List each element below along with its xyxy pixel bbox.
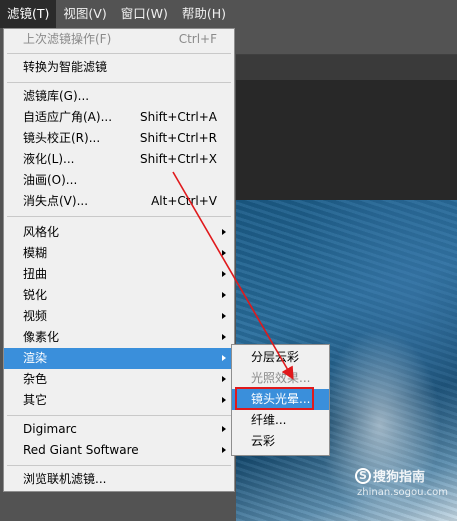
menu-item-distort[interactable]: 扭曲 [4, 264, 234, 285]
menu-item-other[interactable]: 其它 [4, 390, 234, 411]
menu-item-label: 消失点(V)... [23, 194, 89, 208]
menu-item-label: 上次滤镜操作(F) [23, 32, 112, 46]
submenu-item-clouds[interactable]: 云彩 [232, 431, 329, 452]
menu-item-label: 风格化 [23, 225, 60, 239]
submenu-arrow-icon [222, 250, 226, 256]
submenu-arrow-icon [222, 397, 226, 403]
menu-item-last-filter: 上次滤镜操作(F) Ctrl+F [4, 29, 234, 50]
menu-item-render[interactable]: 渲染 [4, 348, 234, 369]
shortcut-label: Alt+Ctrl+V [151, 194, 217, 208]
menu-item-oil-paint[interactable]: 油画(O)... [4, 170, 234, 191]
ruler-area [236, 80, 457, 92]
shortcut-label: Shift+Ctrl+X [140, 152, 217, 166]
submenu-arrow-icon [222, 447, 226, 453]
menu-item-label: 杂色 [23, 372, 48, 386]
menu-item-digimarc[interactable]: Digimarc [4, 419, 234, 440]
watermark: S 搜狗指南 zhinan.sogou.com [355, 466, 448, 498]
menu-item-label: 扭曲 [23, 267, 48, 281]
menu-item-label: 镜头校正(R)... [23, 131, 101, 145]
filter-menu: 上次滤镜操作(F) Ctrl+F 转换为智能滤镜 滤镜库(G)... 自适应广角… [3, 28, 235, 492]
menu-item-label: 云彩 [251, 434, 276, 448]
menu-item-filter-gallery[interactable]: 滤镜库(G)... [4, 86, 234, 107]
menu-separator [7, 216, 231, 217]
menu-separator [7, 53, 231, 54]
menu-item-sharpen[interactable]: 锐化 [4, 285, 234, 306]
shortcut-label: Shift+Ctrl+R [139, 131, 217, 145]
submenu-item-difference-clouds[interactable]: 分层云彩 [232, 347, 329, 368]
submenu-item-fibers[interactable]: 纤维... [232, 410, 329, 431]
shortcut-label: Ctrl+F [178, 32, 217, 46]
menu-separator [7, 82, 231, 83]
menu-item-label: 模糊 [23, 246, 48, 260]
menu-item-vanishing-point[interactable]: 消失点(V)... Alt+Ctrl+V [4, 191, 234, 212]
menu-separator [7, 415, 231, 416]
menu-item-label: 光照效果... [251, 371, 311, 385]
submenu-arrow-icon [222, 355, 226, 361]
menu-item-convert-smart-filter[interactable]: 转换为智能滤镜 [4, 57, 234, 78]
menu-item-label: 转换为智能滤镜 [23, 60, 108, 74]
document-tab-bar [236, 55, 457, 80]
submenu-arrow-icon [222, 292, 226, 298]
menu-item-label: 渲染 [23, 351, 48, 365]
menu-item-label: 视频 [23, 309, 48, 323]
menu-item-label: 像素化 [23, 330, 60, 344]
menu-item-video[interactable]: 视频 [4, 306, 234, 327]
menu-item-label: 浏览联机滤镜... [23, 472, 107, 486]
menu-item-pixelate[interactable]: 像素化 [4, 327, 234, 348]
submenu-item-lighting-effects: 光照效果... [232, 368, 329, 389]
menu-item-noise[interactable]: 杂色 [4, 369, 234, 390]
submenu-arrow-icon [222, 334, 226, 340]
watermark-name: 搜狗指南 [373, 470, 426, 485]
menu-item-label: 纤维... [251, 413, 287, 427]
menu-item-label: 自适应广角(A)... [23, 110, 113, 124]
submenu-arrow-icon [222, 271, 226, 277]
menu-item-label: 滤镜库(G)... [23, 89, 90, 103]
menu-item-label: 油画(O)... [23, 173, 78, 187]
submenu-arrow-icon [222, 426, 226, 432]
menu-item-adaptive-wide-angle[interactable]: 自适应广角(A)... Shift+Ctrl+A [4, 107, 234, 128]
submenu-arrow-icon [222, 376, 226, 382]
submenu-arrow-icon [222, 229, 226, 235]
menu-item-browse-online[interactable]: 浏览联机滤镜... [4, 469, 234, 490]
menu-item-stylize[interactable]: 风格化 [4, 222, 234, 243]
annotation-highlight-box [235, 387, 314, 410]
menu-separator [7, 465, 231, 466]
menu-view[interactable]: 视图(V) [56, 0, 113, 28]
menu-item-label: 液化(L)... [23, 152, 75, 166]
menu-filter[interactable]: 滤镜(T) [0, 0, 57, 28]
menu-item-label: 锐化 [23, 288, 48, 302]
menu-window[interactable]: 窗口(W) [114, 0, 175, 28]
menu-item-lens-correction[interactable]: 镜头校正(R)... Shift+Ctrl+R [4, 128, 234, 149]
menu-item-liquify[interactable]: 液化(L)... Shift+Ctrl+X [4, 149, 234, 170]
options-bar [236, 28, 457, 55]
menu-help[interactable]: 帮助(H) [175, 0, 233, 28]
menu-item-label: 分层云彩 [251, 350, 300, 364]
submenu-arrow-icon [222, 313, 226, 319]
menubar: 滤镜(T) 视图(V) 窗口(W) 帮助(H) [0, 0, 457, 28]
menu-item-red-giant[interactable]: Red Giant Software [4, 440, 234, 461]
watermark-url: zhinan.sogou.com [357, 487, 449, 498]
menu-item-blur[interactable]: 模糊 [4, 243, 234, 264]
menu-item-label: 其它 [23, 393, 48, 407]
sogou-logo-icon: S [355, 467, 371, 484]
menu-item-label: Red Giant Software [23, 443, 139, 457]
menu-item-label: Digimarc [23, 422, 77, 436]
shortcut-label: Shift+Ctrl+A [140, 110, 217, 124]
